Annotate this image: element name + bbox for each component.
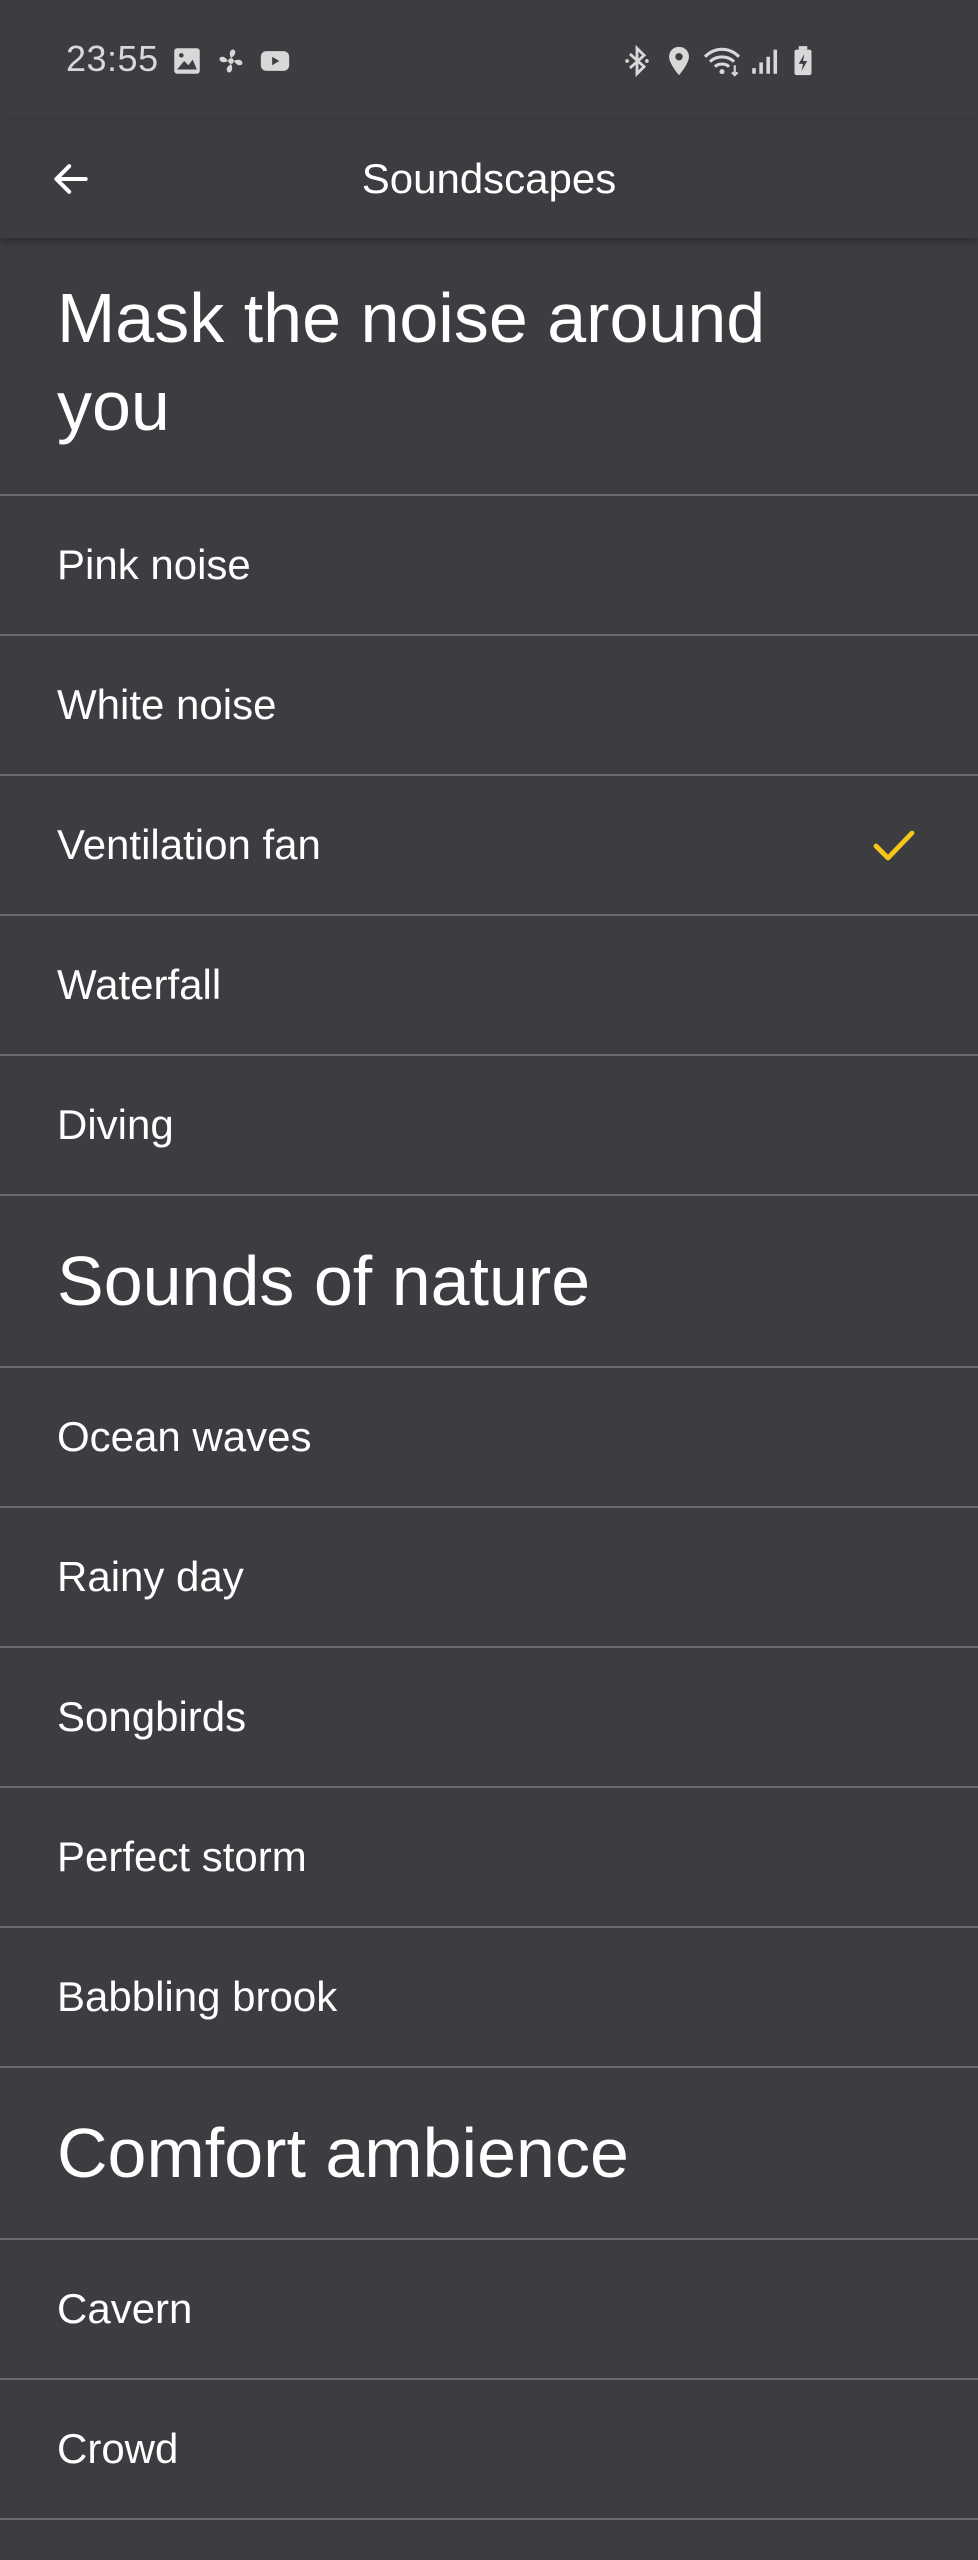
list-item-label: Crowd: [57, 2425, 179, 2472]
section-header-comfort-ambience: Comfort ambience: [0, 2068, 978, 2240]
list-item-crowd[interactable]: Crowd: [0, 2380, 978, 2520]
bluetooth-icon: [625, 44, 649, 78]
list-item-label: White noise: [57, 681, 277, 728]
list-item-white-noise[interactable]: White noise: [0, 636, 978, 776]
location-icon: [669, 46, 689, 76]
list-item-label: Ventilation fan: [57, 821, 321, 868]
section-header-sounds-of-nature: Sounds of nature: [0, 1196, 978, 1368]
battery-charging-icon: [794, 46, 812, 76]
soundscape-list: Mask the noise around you Pink noise Whi…: [0, 238, 978, 2520]
list-item-ocean-waves[interactable]: Ocean waves: [0, 1368, 978, 1508]
list-item-babbling-brook[interactable]: Babbling brook: [0, 1928, 978, 2068]
checkmark-icon: [873, 830, 915, 861]
back-button[interactable]: [36, 144, 106, 214]
list-item-cavern[interactable]: Cavern: [0, 2240, 978, 2380]
list-item-ventilation-fan[interactable]: Ventilation fan: [0, 776, 978, 916]
list-item-label: Songbirds: [57, 1693, 247, 1740]
page-title: Soundscapes: [361, 155, 617, 202]
image-icon: [174, 48, 200, 74]
status-bar: 23:55: [0, 0, 978, 120]
list-item-waterfall[interactable]: Waterfall: [0, 916, 978, 1056]
list-item-label: Perfect storm: [57, 1833, 307, 1880]
list-item-rainy-day[interactable]: Rainy day: [0, 1508, 978, 1648]
list-item-diving[interactable]: Diving: [0, 1056, 978, 1196]
list-item-label: Babbling brook: [57, 1973, 338, 2020]
signal-icon: [752, 49, 778, 74]
list-item-label: Diving: [57, 1101, 174, 1148]
list-item-label: Ocean waves: [57, 1413, 312, 1460]
list-item-label: Pink noise: [57, 541, 251, 588]
list-item-pink-noise[interactable]: Pink noise: [0, 496, 978, 636]
list-item-label: Cavern: [57, 2285, 193, 2332]
status-time: 23:55: [66, 38, 159, 79]
arrow-left-icon: [54, 164, 88, 194]
app-bar: Soundscapes: [0, 120, 978, 238]
list-item-perfect-storm[interactable]: Perfect storm: [0, 1788, 978, 1928]
fan-icon: [219, 49, 243, 73]
list-item-label: Rainy day: [57, 1553, 244, 1600]
wifi-icon: [703, 47, 741, 77]
list-item-songbirds[interactable]: Songbirds: [0, 1648, 978, 1788]
section-header-mask-noise: Mask the noise around you: [0, 238, 978, 496]
youtube-icon: [260, 51, 290, 71]
list-item-label: Waterfall: [57, 961, 222, 1008]
